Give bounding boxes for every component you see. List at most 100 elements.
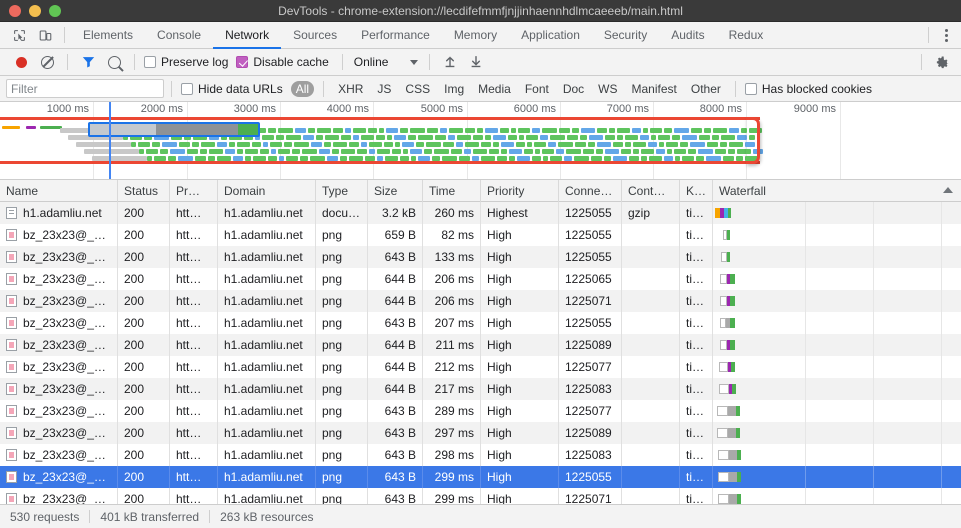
cell-content	[622, 268, 680, 290]
clear-icon[interactable]	[34, 50, 60, 74]
table-row[interactable]: bz_23x23@_1.… 200 htt… h1.adamliu.net png 643…	[0, 466, 961, 488]
tab-console[interactable]: Console	[145, 22, 213, 49]
network-overview-timeline[interactable]: 1000 ms 2000 ms 3000 ms 4000 ms 5000 ms 6000 …	[0, 102, 961, 180]
table-row[interactable]: bz_23x23@_1.… 200 htt… h1.adamliu.net png 643…	[0, 246, 961, 268]
disable-cache-checkbox-box[interactable]	[236, 56, 249, 68]
overview-selected-request[interactable]	[88, 122, 260, 137]
overview-request-band	[237, 149, 243, 154]
cell-waterfall[interactable]	[713, 268, 961, 290]
column-header-size[interactable]: Size	[368, 180, 423, 202]
hide-data-urls-checkbox-box[interactable]	[181, 82, 193, 95]
type-filter-img[interactable]: Img	[439, 81, 469, 97]
search-icon[interactable]	[101, 50, 127, 74]
cell-waterfall[interactable]	[713, 466, 961, 488]
cell-waterfall[interactable]	[713, 356, 961, 378]
zoom-button[interactable]	[49, 4, 61, 17]
cell-waterfall[interactable]	[713, 400, 961, 422]
has-blocked-cookies-checkbox-box[interactable]	[744, 82, 757, 95]
type-filter-other[interactable]: Other	[686, 81, 726, 97]
overview-request-band	[621, 149, 631, 154]
waterfall-gridline	[873, 334, 874, 356]
tab-elements[interactable]: Elements	[71, 22, 145, 49]
type-filter-ws[interactable]: WS	[593, 81, 622, 97]
hide-data-urls-checkbox[interactable]: Hide data URLs	[179, 82, 289, 96]
table-row[interactable]: h1.adamliu.net 200 htt… h1.adamliu.net docu……	[0, 202, 961, 224]
cell-waterfall[interactable]	[713, 202, 961, 224]
overview-selection-top[interactable]	[0, 117, 760, 120]
preserve-log-checkbox-box[interactable]	[144, 56, 156, 68]
type-filter-css[interactable]: CSS	[400, 81, 435, 97]
overview-selection-handle[interactable]	[746, 117, 760, 164]
table-row[interactable]: bz_23x23@_9.… 200 htt… h1.adamliu.net png 643…	[0, 422, 961, 444]
type-filter-xhr[interactable]: XHR	[333, 81, 368, 97]
column-header-status[interactable]: Status	[118, 180, 170, 202]
overview-tick-label: 6000 ms	[513, 103, 556, 115]
filter-funnel-icon[interactable]	[75, 50, 101, 74]
column-header-type[interactable]: Type	[316, 180, 368, 202]
inspect-element-icon[interactable]	[6, 23, 32, 47]
cell-waterfall[interactable]	[713, 488, 961, 504]
import-har-icon[interactable]	[437, 50, 463, 74]
more-options-icon[interactable]	[935, 23, 957, 47]
column-header-name[interactable]: Name	[0, 180, 118, 202]
column-header-k[interactable]: K…	[680, 180, 713, 202]
preserve-log-checkbox[interactable]: Preserve log	[142, 55, 234, 69]
type-filter-js[interactable]: JS	[372, 81, 396, 97]
cell-waterfall[interactable]	[713, 444, 961, 466]
type-filter-doc[interactable]: Doc	[558, 81, 589, 97]
waterfall-bar-dl	[732, 384, 736, 394]
table-row[interactable]: bz_23x23@_5.… 200 htt… h1.adamliu.net png 644…	[0, 334, 961, 356]
tab-sources[interactable]: Sources	[281, 22, 349, 49]
cell-waterfall[interactable]	[713, 312, 961, 334]
filter-input[interactable]	[6, 79, 164, 98]
overview-selection-bottom[interactable]	[0, 161, 760, 164]
table-row[interactable]: bz_23x23@_4.… 200 htt… h1.adamliu.net png 643…	[0, 312, 961, 334]
type-filter-manifest[interactable]: Manifest	[627, 81, 682, 97]
minimize-button[interactable]	[29, 4, 41, 17]
disable-cache-checkbox[interactable]: Disable cache	[234, 55, 334, 69]
cell-waterfall[interactable]	[713, 290, 961, 312]
column-header-connec[interactable]: Connec…	[559, 180, 622, 202]
table-row[interactable]: bz_23x23@_7.… 200 htt… h1.adamliu.net png 644…	[0, 378, 961, 400]
type-filter-all[interactable]: All	[290, 80, 315, 97]
type-filter-font[interactable]: Font	[520, 81, 554, 97]
table-row[interactable]: bz_23x23@_0.… 200 htt… h1.adamliu.net png 659…	[0, 224, 961, 246]
cell-waterfall[interactable]	[713, 224, 961, 246]
waterfall-gridline	[873, 356, 874, 378]
device-toolbar-icon[interactable]	[32, 23, 58, 47]
record-stop-icon[interactable]	[8, 50, 34, 74]
table-row[interactable]: bz_23x23@_8.… 200 htt… h1.adamliu.net png 643…	[0, 400, 961, 422]
type-filter-media[interactable]: Media	[473, 81, 516, 97]
throttling-select[interactable]: Online	[350, 55, 423, 69]
column-header-pr[interactable]: Pr…	[170, 180, 218, 202]
tab-audits[interactable]: Audits	[659, 22, 716, 49]
column-header-time[interactable]: Time	[423, 180, 481, 202]
table-row[interactable]: bz_23x23@_3.… 200 htt… h1.adamliu.net png 644…	[0, 290, 961, 312]
gear-icon[interactable]	[929, 50, 955, 74]
column-header-priority[interactable]: Priority	[481, 180, 559, 202]
cell-protocol: htt…	[170, 246, 218, 268]
overview-request-band	[473, 135, 483, 140]
table-row[interactable]: bz_23x23@_6.… 200 htt… h1.adamliu.net png 644…	[0, 356, 961, 378]
cell-waterfall[interactable]	[713, 334, 961, 356]
table-row[interactable]: bz_23x23@_1.… 200 htt… h1.adamliu.net png 643…	[0, 488, 961, 504]
column-header-cont[interactable]: Cont…	[622, 180, 680, 202]
column-header-waterfall[interactable]: Waterfall	[713, 180, 961, 202]
cell-waterfall[interactable]	[713, 422, 961, 444]
tab-application[interactable]: Application	[509, 22, 592, 49]
overview-request-band	[187, 149, 198, 154]
tab-security[interactable]: Security	[592, 22, 659, 49]
cell-waterfall[interactable]	[713, 246, 961, 268]
tab-redux[interactable]: Redux	[717, 22, 776, 49]
column-header-domain[interactable]: Domain	[218, 180, 316, 202]
table-row[interactable]: bz_23x23@_1.… 200 htt… h1.adamliu.net png 643…	[0, 444, 961, 466]
export-har-icon[interactable]	[463, 50, 489, 74]
tab-performance[interactable]: Performance	[349, 22, 442, 49]
tab-memory[interactable]: Memory	[442, 22, 509, 49]
cell-waterfall[interactable]	[713, 378, 961, 400]
cell-priority: High	[481, 290, 559, 312]
table-row[interactable]: bz_23x23@_2.… 200 htt… h1.adamliu.net png 644…	[0, 268, 961, 290]
has-blocked-cookies-checkbox[interactable]: Has blocked cookies	[743, 82, 878, 96]
tab-network[interactable]: Network	[213, 22, 281, 49]
close-button[interactable]	[9, 4, 21, 17]
